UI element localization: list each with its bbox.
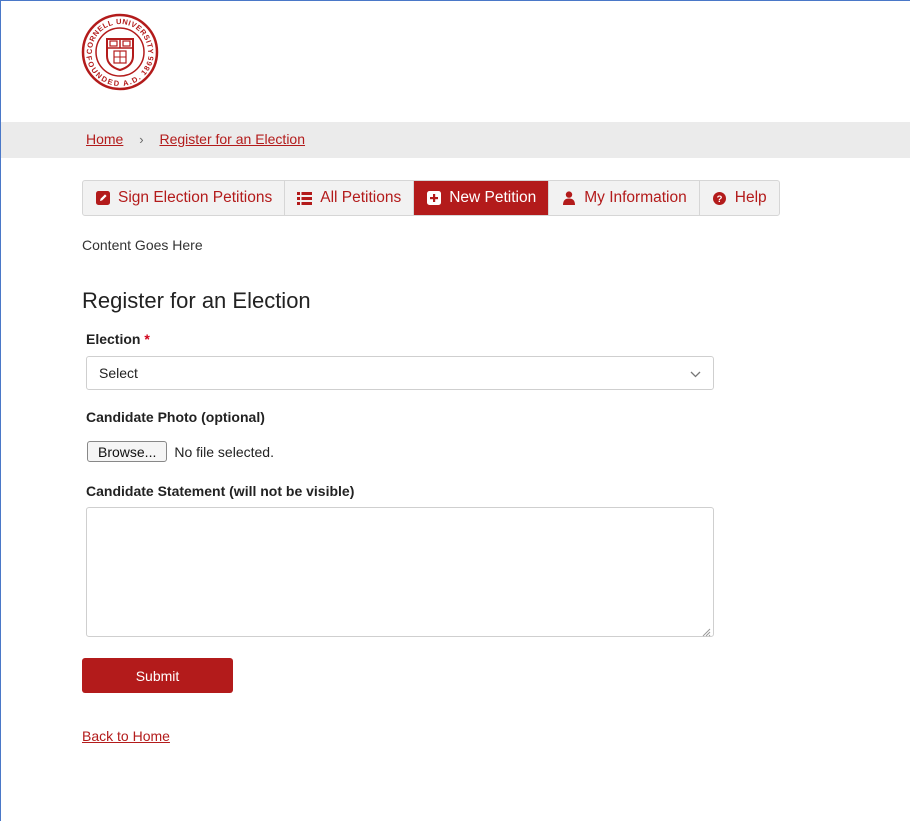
user-icon — [561, 191, 576, 206]
list-icon — [297, 191, 313, 206]
tab-all-petitions[interactable]: All Petitions — [285, 181, 415, 215]
election-select[interactable]: Select — [86, 356, 714, 390]
breadcrumb-separator: › — [139, 132, 144, 147]
candidate-statement-textarea[interactable] — [86, 507, 714, 637]
browse-button[interactable]: Browse... — [87, 441, 168, 462]
breadcrumb-current-link[interactable]: Register for an Election — [159, 131, 305, 147]
election-label: Election * — [86, 331, 150, 347]
required-marker: * — [144, 331, 150, 347]
tab-label: Sign Election Petitions — [118, 189, 273, 206]
submit-button[interactable]: Submit — [82, 658, 233, 693]
file-input: Browse... No file selected. — [87, 441, 274, 462]
seal-icon: CORNELL UNIVERSITY FOUNDED A.D. 1865 — [81, 13, 159, 91]
back-to-home-link[interactable]: Back to Home — [82, 728, 170, 744]
page-title: Register for an Election — [82, 288, 311, 313]
tab-label: My Information — [584, 189, 687, 206]
cornell-seal-logo[interactable]: CORNELL UNIVERSITY FOUNDED A.D. 1865 — [80, 12, 160, 92]
breadcrumb-bar: Home › Register for an Election — [1, 122, 910, 158]
tab-sign-election-petitions[interactable]: Sign Election Petitions — [83, 181, 286, 215]
tab-label: Help — [734, 189, 767, 206]
chevron-down-icon — [690, 365, 701, 381]
plus-square-icon — [426, 191, 441, 206]
breadcrumb: Home › Register for an Election — [86, 131, 305, 147]
breadcrumb-home-link[interactable]: Home — [86, 131, 123, 147]
tab-label: New Petition — [449, 189, 537, 206]
content-note: Content Goes Here — [82, 237, 203, 253]
svg-text:?: ? — [716, 194, 722, 205]
pencil-square-icon — [95, 191, 110, 206]
candidate-statement-label: Candidate Statement (will not be visible… — [86, 483, 355, 499]
election-label-text: Election — [86, 331, 141, 347]
tab-my-information[interactable]: My Information — [549, 181, 700, 215]
file-status-text: No file selected. — [174, 443, 274, 460]
election-select-value: Select — [99, 365, 138, 381]
tab-help[interactable]: ? Help — [700, 181, 779, 215]
tab-new-petition[interactable]: New Petition — [414, 181, 550, 215]
question-circle-icon: ? — [712, 191, 727, 206]
candidate-photo-label: Candidate Photo (optional) — [86, 409, 265, 425]
tab-label: All Petitions — [320, 189, 402, 206]
resize-handle-icon[interactable] — [701, 624, 711, 637]
nav-tabs: Sign Election Petitions All Petitions Ne… — [82, 180, 780, 216]
